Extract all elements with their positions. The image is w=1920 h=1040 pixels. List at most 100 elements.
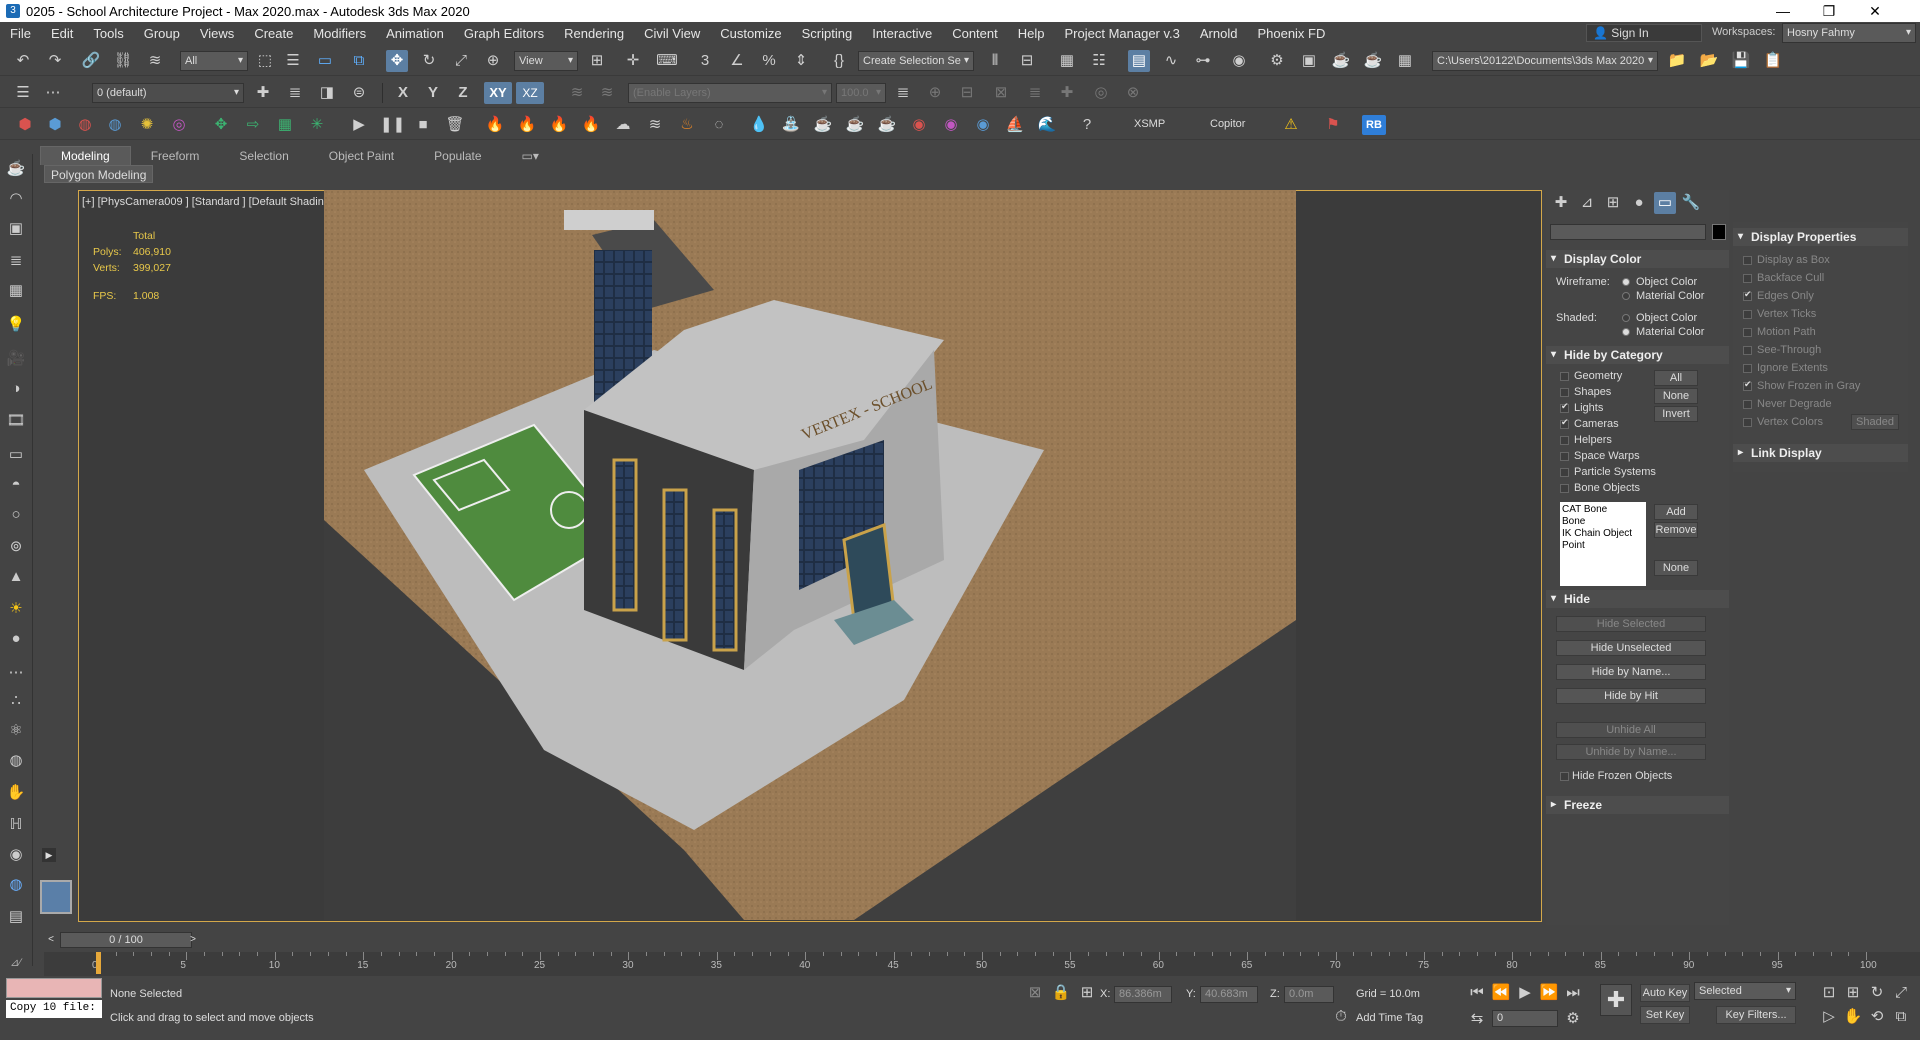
create-camera-icon[interactable]: 🎥 — [5, 348, 27, 370]
rollout-display-color[interactable]: Display Color — [1546, 250, 1729, 268]
liquid2-icon[interactable]: ⛲ — [780, 114, 802, 136]
plugin-cube-red-icon[interactable]: ⬢ — [14, 114, 36, 136]
edit-named-selection-icon[interactable]: {} — [828, 50, 850, 72]
rb-button[interactable]: RB — [1362, 115, 1386, 135]
select-object-icon[interactable]: ⬚ — [254, 50, 276, 72]
create-hf-icon[interactable]: ℍ — [5, 814, 27, 836]
menu-group[interactable]: Group — [134, 26, 190, 41]
add-time-tag-icon[interactable]: ⏱ — [1330, 1006, 1352, 1028]
geometry-checkbox[interactable] — [1560, 372, 1569, 381]
tab-object-paint[interactable]: Object Paint — [309, 147, 414, 165]
create-shape-icon[interactable]: ◠ — [5, 188, 27, 210]
helpers-checkbox[interactable] — [1560, 436, 1569, 445]
create-teapot-icon[interactable]: ☕ — [5, 158, 27, 180]
liquid6-icon[interactable]: ◉ — [908, 114, 930, 136]
hide-unselected-button[interactable]: Hide Unselected — [1556, 640, 1706, 656]
key-mode-toggle-icon[interactable]: ⇆ — [1466, 1008, 1488, 1030]
maxscript-listener-top[interactable] — [6, 978, 102, 998]
expand-arrow-icon[interactable]: ▶ — [42, 848, 56, 862]
render-grid-icon[interactable]: ▦ — [1394, 50, 1416, 72]
create-tab-icon[interactable]: ✚ — [1550, 192, 1572, 214]
x-coord-field[interactable]: 86.386m — [1114, 986, 1172, 1003]
bone-objects-checkbox[interactable] — [1560, 484, 1569, 493]
menu-rendering[interactable]: Rendering — [554, 26, 634, 41]
angle-snap-icon[interactable]: ∠ — [726, 50, 748, 72]
goto-start-icon[interactable]: ⏮ — [1466, 982, 1488, 1004]
time-config-icon[interactable]: ⚙ — [1562, 1008, 1584, 1030]
time-slider-thumb[interactable]: 0 / 100 — [60, 932, 192, 948]
layer-op6-icon[interactable]: ◎ — [1090, 82, 1112, 104]
create-light-icon[interactable]: 💡 — [5, 314, 27, 336]
select-and-rotate-icon[interactable]: ↻ — [418, 50, 440, 72]
plugin-transform-icon[interactable]: ✥ — [210, 114, 232, 136]
menu-tools[interactable]: Tools — [83, 26, 133, 41]
fov-icon[interactable]: ▷ — [1818, 1006, 1840, 1028]
particle-systems-checkbox[interactable] — [1560, 468, 1569, 477]
pan-icon[interactable]: ✋ — [1842, 1006, 1864, 1028]
create-ring-icon[interactable]: ⊚ — [5, 536, 27, 558]
vertex-colors-checkbox[interactable] — [1743, 418, 1752, 427]
liquid8-icon[interactable]: ◉ — [972, 114, 994, 136]
list-remove-button[interactable]: Remove — [1654, 522, 1698, 538]
tab-freeform[interactable]: Freeform — [131, 147, 220, 165]
vertex-colors-shaded-button[interactable]: Shaded — [1851, 414, 1899, 430]
flame-icon[interactable]: ♨ — [676, 114, 698, 136]
fire-sim3-icon[interactable]: 🔥 — [548, 114, 570, 136]
plugin-globe-icon[interactable]: ◎ — [168, 114, 190, 136]
liquid3-icon[interactable]: ☕ — [812, 114, 834, 136]
rollout-hide[interactable]: Hide — [1546, 590, 1729, 608]
list-add-button[interactable]: Add — [1654, 504, 1698, 520]
menu-civil-view[interactable]: Civil View — [634, 26, 710, 41]
smoke-icon[interactable]: ☁ — [612, 114, 634, 136]
time-next-icon[interactable]: > — [186, 932, 200, 948]
spinner-snap-icon[interactable]: ⇕ — [790, 50, 812, 72]
y-coord-field[interactable]: 40.683m — [1200, 986, 1258, 1003]
constrain-xy-button[interactable]: XY — [484, 82, 512, 104]
unlink-icon[interactable]: ⛓ — [112, 50, 134, 72]
menu-modifiers[interactable]: Modifiers — [303, 26, 376, 41]
list-item[interactable]: Point — [1562, 540, 1644, 552]
list-none-button[interactable]: None — [1654, 560, 1698, 576]
window-crossing-icon[interactable]: ⧉ — [348, 50, 370, 72]
current-frame-marker[interactable] — [96, 952, 101, 974]
bone-objects-list[interactable]: CAT Bone Bone IK Chain Object Point — [1560, 502, 1646, 586]
unhide-by-name-button[interactable]: Unhide by Name... — [1556, 744, 1706, 760]
set-key-big-button[interactable]: ✚ — [1600, 984, 1632, 1016]
help-icon[interactable]: ? — [1076, 114, 1098, 136]
list-item[interactable]: IK Chain Object — [1562, 528, 1644, 540]
pivot-center-icon[interactable]: ⊞ — [586, 50, 608, 72]
enable-layers-dropdown[interactable]: (Enable Layers) — [628, 83, 832, 103]
scene-explorer-icon[interactable]: ▦ — [1056, 50, 1078, 72]
align-icon[interactable]: ⊟ — [1016, 50, 1038, 72]
fire-sim2-icon[interactable]: 🔥 — [516, 114, 538, 136]
layer-op4-icon[interactable]: ≣ — [1024, 82, 1046, 104]
menu-arnold[interactable]: Arnold — [1190, 26, 1248, 41]
menu-content[interactable]: Content — [942, 26, 1008, 41]
time-slider[interactable]: < 0 / 100 > — [44, 930, 1920, 950]
redo-icon[interactable]: ↷ — [44, 50, 66, 72]
liquid7-icon[interactable]: ◉ — [940, 114, 962, 136]
cameras-checkbox[interactable] — [1560, 417, 1569, 429]
reference-coordinate-dropdown[interactable]: View — [514, 51, 578, 71]
rollout-hide-by-category[interactable]: Hide by Category — [1546, 346, 1729, 364]
wind-icon[interactable]: ≋ — [644, 114, 666, 136]
maximize-viewport-icon[interactable]: ⤢ — [1890, 982, 1912, 1004]
selection-filter-dropdown[interactable]: All — [180, 51, 248, 71]
category-all-button[interactable]: All — [1654, 370, 1698, 386]
create-script-icon[interactable]: ▤ — [5, 906, 27, 928]
wireframe-material-color-radio[interactable] — [1622, 292, 1630, 300]
create-particles-icon[interactable]: ∴ — [5, 690, 27, 712]
project-folder-icon[interactable]: 📁 — [1666, 50, 1688, 72]
liquid-icon[interactable]: 💧 — [748, 114, 770, 136]
play-animation-icon[interactable]: ▶ — [1514, 982, 1536, 1004]
menu-scripting[interactable]: Scripting — [792, 26, 863, 41]
create-layer-icon[interactable]: ✚ — [252, 82, 274, 104]
zoom-all-icon[interactable]: ⊞ — [1842, 982, 1864, 1004]
curve-editor-icon[interactable]: ∿ — [1160, 50, 1182, 72]
constrain-xz-button[interactable]: XZ — [516, 82, 544, 104]
key-selection-dropdown[interactable]: Selected — [1694, 982, 1796, 1000]
rendered-frame-window-icon[interactable]: ▣ — [1298, 50, 1320, 72]
fire-sim-icon[interactable]: 🔥 — [484, 114, 506, 136]
sign-in-dropdown[interactable]: 👤 Sign In — [1586, 24, 1702, 42]
layer-tool-icon[interactable]: ≋ — [566, 82, 588, 104]
